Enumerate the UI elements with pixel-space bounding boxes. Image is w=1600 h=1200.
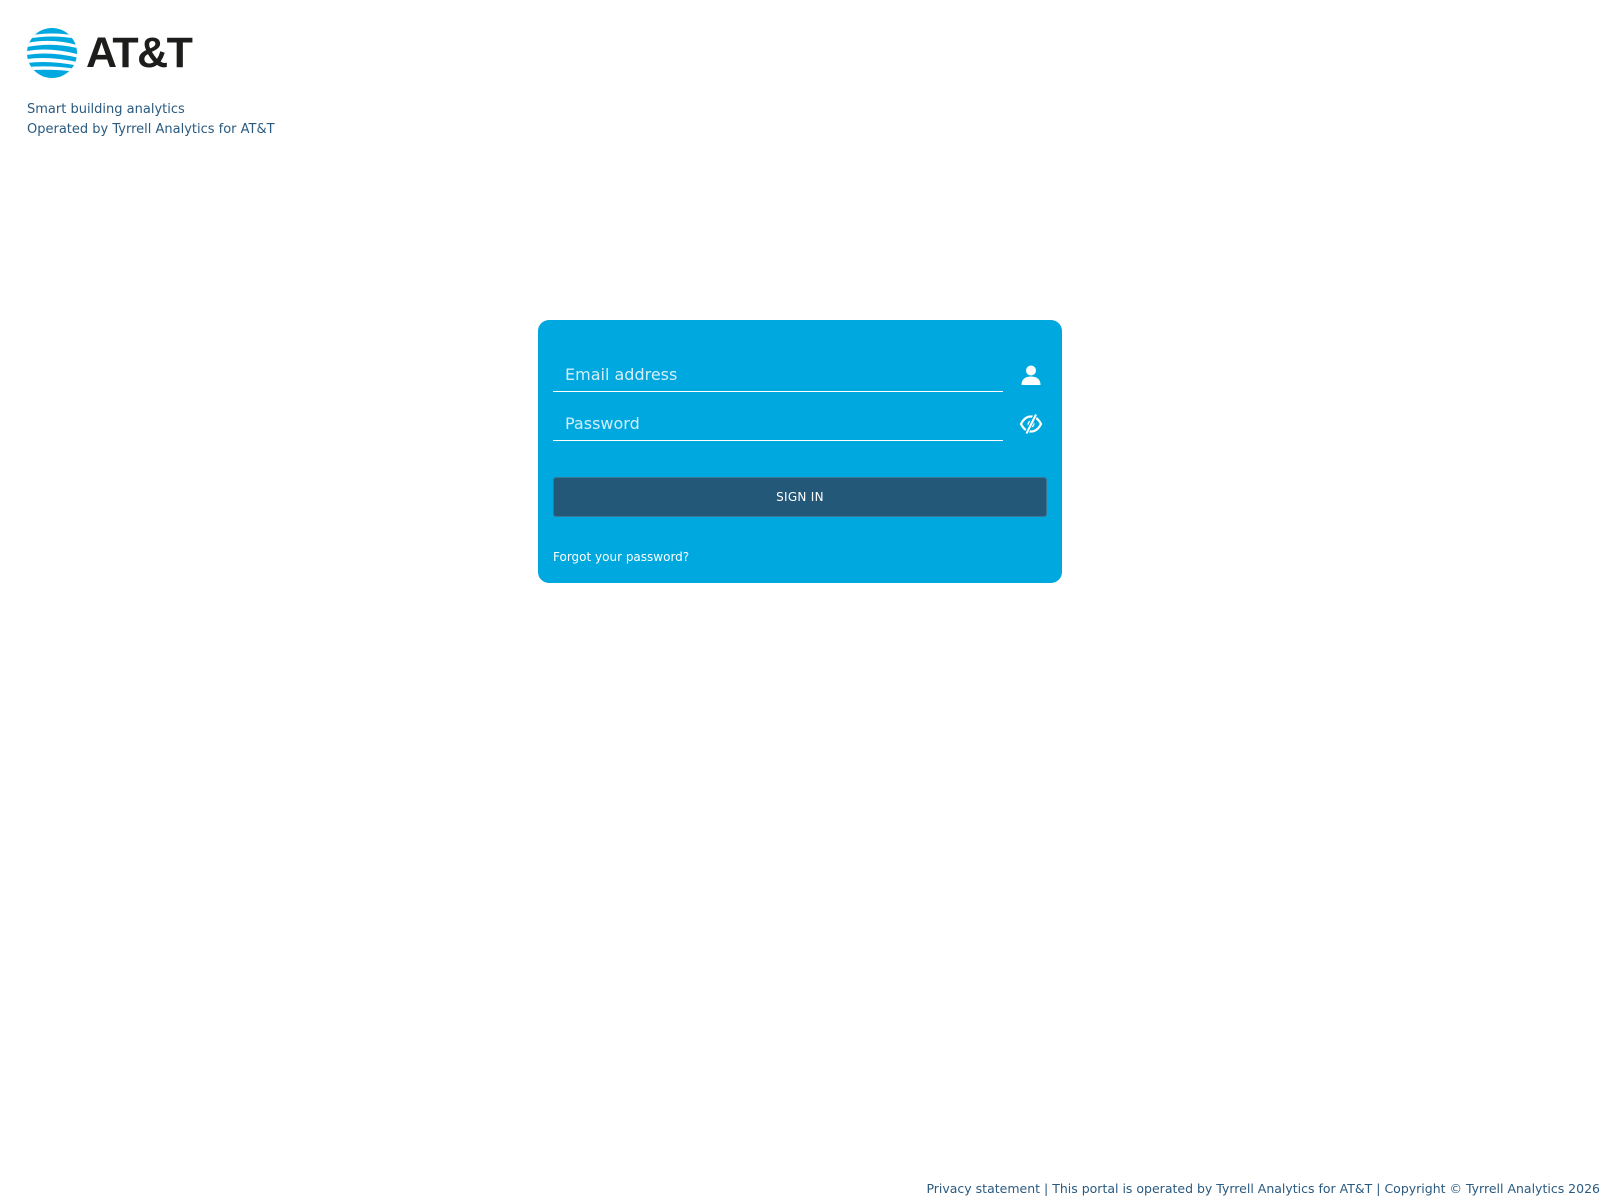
password-input[interactable] [553,407,1003,441]
email-input[interactable] [553,358,1003,392]
sign-in-button[interactable]: SIGN IN [553,477,1047,517]
login-card: SIGN IN Forgot your password? [538,320,1062,583]
user-icon [1019,363,1043,387]
login-page: AT&T Smart building analytics Operated b… [0,0,1600,1200]
privacy-statement-link[interactable]: Privacy statement [926,1181,1040,1196]
footer-separator: | [1040,1181,1053,1196]
att-globe-icon [27,28,77,78]
forgot-password-link[interactable]: Forgot your password? [553,550,689,564]
header-tagline: Smart building analytics Operated by Tyr… [27,100,275,140]
brand-wordmark: AT&T [86,29,193,77]
tagline-line-1: Smart building analytics [27,102,185,117]
password-field-row [553,407,1047,441]
brand-logo: AT&T [27,28,193,78]
tagline-line-2: Operated by Tyrrell Analytics for AT&T [27,122,275,137]
footer-operated-text: This portal is operated by Tyrrell Analy… [1052,1181,1373,1196]
footer-copyright: Copyright © Tyrrell Analytics 2026 [1384,1181,1600,1196]
eye-slash-icon[interactable] [1019,412,1043,436]
footer: Privacy statement | This portal is opera… [926,1181,1600,1197]
footer-separator: | [1372,1181,1385,1196]
email-field-row [553,358,1047,392]
